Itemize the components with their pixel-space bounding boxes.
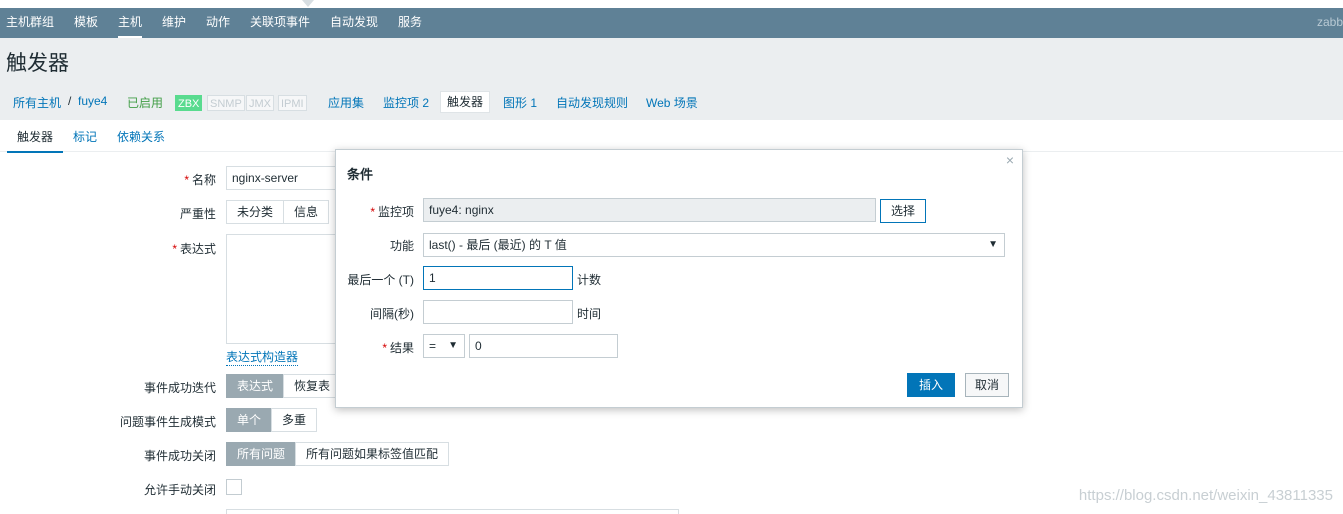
form-tabs: 触发器 标记 依赖关系 bbox=[0, 120, 1343, 153]
function-select[interactable]: last() - 最后 (最近) 的 T 值 ▼ bbox=[423, 233, 1005, 257]
expression-textarea[interactable] bbox=[226, 234, 338, 344]
page-header: 触发器 bbox=[0, 38, 1343, 80]
breadcrumb-web-scenarios[interactable]: Web 场景 bbox=[646, 94, 698, 111]
ok-event-recovery[interactable]: 恢复表 bbox=[283, 374, 342, 398]
nav-item-actions[interactable]: 动作 bbox=[206, 8, 230, 38]
availability-snmp-tag: SNMP bbox=[207, 95, 245, 111]
ok-event-expression[interactable]: 表达式 bbox=[226, 374, 285, 398]
ok-close-selector: 所有问题 所有问题如果标签值匹配 bbox=[226, 442, 450, 466]
tab-trigger[interactable]: 触发器 bbox=[7, 128, 64, 153]
nav-item-event-correlation[interactable]: 关联项事件 bbox=[250, 8, 310, 38]
page-title: 触发器 bbox=[6, 52, 69, 75]
severity-information[interactable]: 信息 bbox=[283, 200, 330, 224]
nav-item-maintenance[interactable]: 维护 bbox=[162, 8, 186, 38]
problem-mode-single[interactable]: 单个 bbox=[226, 408, 273, 432]
nav-item-templates[interactable]: 模板 bbox=[74, 8, 98, 38]
top-strip bbox=[0, 0, 1343, 8]
name-label: * 名称 bbox=[184, 173, 216, 187]
required-marker: * bbox=[382, 341, 387, 355]
dialog-last-label: 最后一个 (T) bbox=[347, 273, 414, 287]
severity-not-classified[interactable]: 未分类 bbox=[226, 200, 285, 224]
top-navigation: 主机群组 模板 主机 维护 动作 关联项事件 自动发现 服务 zabb bbox=[0, 8, 1343, 38]
breadcrumb-triggers[interactable]: 触发器 bbox=[440, 91, 491, 113]
url-input[interactable] bbox=[226, 509, 679, 514]
last-count-input[interactable]: 1 bbox=[423, 266, 573, 290]
severity-label: 严重性 bbox=[179, 207, 216, 221]
problem-mode-multiple[interactable]: 多重 bbox=[271, 408, 318, 432]
manual-close-checkbox[interactable] bbox=[226, 479, 242, 495]
problem-mode-selector: 单个 多重 bbox=[226, 408, 318, 432]
dialog-interval-label: 间隔(秒) bbox=[370, 307, 414, 321]
problem-mode-label: 问题事件生成模式 bbox=[119, 415, 216, 429]
dropdown-arrow-icon: ▼ bbox=[448, 340, 458, 351]
interval-input[interactable] bbox=[423, 300, 573, 324]
tab-dependencies[interactable]: 依赖关系 bbox=[117, 128, 165, 145]
breadcrumb-graphs[interactable]: 图形 1 bbox=[503, 94, 537, 111]
host-breadcrumb: 所有主机 / fuye4 已启用 ZBX SNMP JMX IPMI 应用集 监… bbox=[0, 82, 1343, 120]
interval-unit: 时间 bbox=[577, 307, 602, 321]
close-icon[interactable]: × bbox=[1004, 153, 1016, 167]
required-marker: * bbox=[184, 173, 189, 187]
required-marker: * bbox=[370, 205, 375, 219]
cancel-button[interactable]: 取消 bbox=[965, 373, 1010, 397]
brand-logo-text: zabb bbox=[1316, 15, 1343, 29]
dialog-item-input[interactable]: fuye4: nginx bbox=[423, 198, 876, 222]
availability-jmx-tag: JMX bbox=[246, 95, 274, 111]
ok-close-all-problems[interactable]: 所有问题 bbox=[226, 442, 297, 466]
dialog-title: 条件 bbox=[347, 167, 374, 182]
ok-event-selector: 表达式 恢复表 bbox=[226, 374, 342, 398]
expression-builder-link[interactable]: 表达式构造器 bbox=[226, 348, 299, 366]
dialog-function-label: 功能 bbox=[389, 239, 414, 253]
select-item-button[interactable]: 选择 bbox=[880, 199, 927, 223]
nav-item-host-groups[interactable]: 主机群组 bbox=[6, 8, 54, 38]
availability-ipmi-tag: IPMI bbox=[278, 95, 307, 111]
ok-close-label: 事件成功关闭 bbox=[143, 449, 216, 463]
dropdown-arrow-icon: ▼ bbox=[988, 239, 998, 250]
insert-button[interactable]: 插入 bbox=[907, 373, 956, 397]
required-marker: * bbox=[172, 242, 177, 256]
availability-zbx-tag: ZBX bbox=[175, 95, 203, 111]
result-value-input[interactable]: 0 bbox=[469, 334, 618, 358]
dialog-item-label: * 监控项 bbox=[370, 205, 414, 219]
nav-pointer-notch bbox=[302, 0, 314, 7]
severity-selector: 未分类 信息 bbox=[226, 200, 330, 224]
breadcrumb-items[interactable]: 监控项 2 bbox=[383, 94, 429, 111]
trigger-name-input[interactable]: nginx-server bbox=[226, 166, 338, 190]
dialog-result-label: * 结果 bbox=[382, 341, 414, 355]
watermark-text: https://blog.csdn.net/weixin_43811335 bbox=[1078, 487, 1333, 504]
ok-event-label: 事件成功迭代 bbox=[143, 381, 216, 395]
breadcrumb-applications[interactable]: 应用集 bbox=[328, 94, 364, 111]
tab-tags[interactable]: 标记 bbox=[73, 128, 97, 145]
manual-close-label: 允许手动关闭 bbox=[143, 483, 216, 497]
ok-close-tag-match[interactable]: 所有问题如果标签值匹配 bbox=[295, 442, 450, 466]
nav-item-services[interactable]: 服务 bbox=[398, 8, 422, 38]
expression-label: * 表达式 bbox=[172, 242, 216, 256]
host-status-enabled[interactable]: 已启用 bbox=[127, 94, 163, 111]
breadcrumb-host[interactable]: fuye4 bbox=[78, 94, 107, 108]
nav-item-discovery[interactable]: 自动发现 bbox=[330, 8, 378, 38]
result-operator-select[interactable]: = ▼ bbox=[423, 334, 465, 358]
nav-item-hosts[interactable]: 主机 bbox=[118, 8, 143, 38]
condition-dialog: 条件 × * 监控项 fuye4: nginx 选择 功能 last() - 最后… bbox=[335, 149, 1023, 408]
breadcrumb-separator: / bbox=[68, 94, 72, 108]
breadcrumb-discovery-rules[interactable]: 自动发现规则 bbox=[556, 94, 628, 111]
last-count-unit: 计数 bbox=[577, 273, 602, 287]
breadcrumb-all-hosts[interactable]: 所有主机 bbox=[13, 94, 61, 111]
